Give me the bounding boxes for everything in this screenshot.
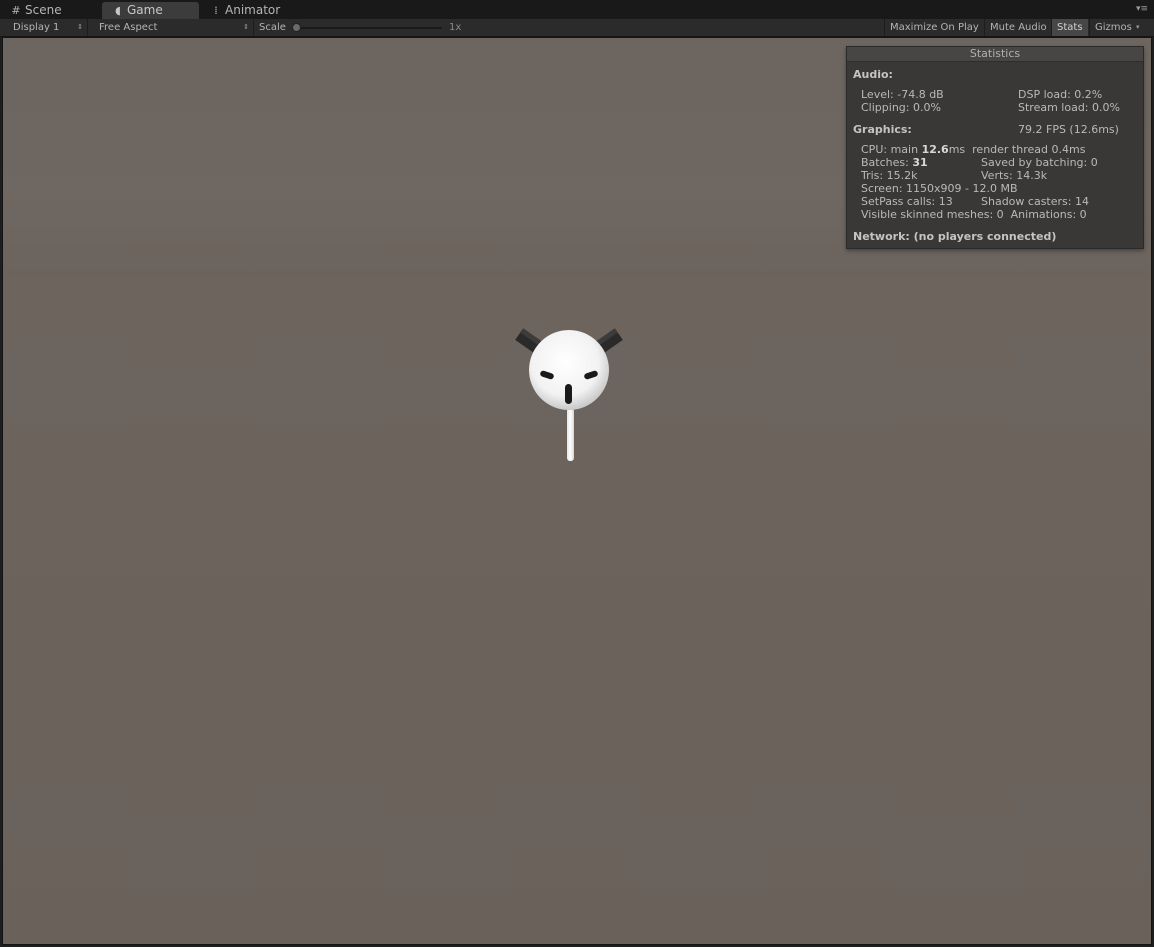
network-status: Network: (no players connected) (853, 230, 1057, 243)
gizmos-arrow-icon[interactable]: ▾ (1136, 19, 1140, 36)
editor-tab-bar: # Scene ◖ Game ⁞ Animator ▾≡ (0, 0, 1154, 19)
graphics-heading: Graphics: (853, 123, 912, 136)
graphics-visible-skinned: Visible skinned meshes: 0 Animations: 0 (861, 208, 1087, 221)
graphics-tris: Tris: 15.2k (861, 169, 918, 182)
audio-level: Level: -74.8 dB (861, 88, 944, 101)
audio-dsp-load: DSP load: 0.2% (1018, 88, 1103, 101)
cpu-main-value: 12.6 (921, 143, 949, 156)
stats-button[interactable]: Stats (1051, 19, 1088, 36)
graphics-batches: Batches: 31 (861, 156, 928, 169)
statistics-title: Statistics (847, 47, 1143, 62)
graphics-screen: Screen: 1150x909 - 12.0 MB (861, 182, 1018, 195)
game-toolbar: Display 1 ⇕ Free Aspect ⇕ Scale 1x Maxim… (0, 19, 1154, 37)
graphics-cpu: CPU: main 12.6ms render thread 0.4ms (861, 143, 1085, 156)
cpu-prefix: CPU: main (861, 143, 922, 156)
graphics-setpass: SetPass calls: 13 (861, 195, 953, 208)
display-dropdown[interactable]: Display 1 ⇕ (6, 19, 88, 36)
display-dropdown-label: Display 1 (13, 22, 60, 33)
tab-scene-label: Scene (25, 3, 62, 17)
mute-audio-button[interactable]: Mute Audio (984, 19, 1052, 36)
batches-prefix: Batches: (861, 156, 913, 169)
graphics-saved-by-batching: Saved by batching: 0 (981, 156, 1098, 169)
tab-animator[interactable]: ⁞ Animator (200, 2, 300, 19)
maximize-on-play-button[interactable]: Maximize On Play (884, 19, 984, 36)
audio-clipping: Clipping: 0.0% (861, 101, 941, 114)
scale-label: Scale (259, 22, 286, 33)
tab-animator-label: Animator (225, 3, 281, 17)
graphics-verts: Verts: 14.3k (981, 169, 1048, 182)
tab-game-label: Game (127, 3, 163, 17)
gizmos-label: Gizmos (1095, 22, 1132, 33)
tab-scene[interactable]: # Scene (0, 2, 100, 19)
cpu-suffix: ms render thread 0.4ms (948, 143, 1086, 156)
aspect-dropdown-label: Free Aspect (99, 22, 158, 33)
dropdown-arrows-icon: ⇕ (77, 23, 83, 31)
dropdown-arrows-icon: ⇕ (243, 23, 249, 31)
tab-menu-icon[interactable]: ▾≡ (1136, 4, 1148, 14)
aspect-dropdown[interactable]: Free Aspect ⇕ (92, 19, 254, 36)
scale-slider-thumb[interactable] (292, 23, 301, 32)
grid-icon: # (11, 4, 21, 17)
graphics-shadow-casters: Shadow casters: 14 (981, 195, 1089, 208)
scale-slider-track[interactable] (296, 27, 442, 29)
pacman-icon: ◖ (115, 4, 121, 17)
batches-value: 31 (912, 156, 928, 169)
character-body-stick (567, 408, 574, 461)
character-nose (565, 384, 572, 404)
scale-value: 1x (449, 22, 462, 33)
audio-stream-load: Stream load: 0.0% (1018, 101, 1120, 114)
graphics-fps: 79.2 FPS (12.6ms) (1018, 123, 1119, 136)
animator-icon: ⁞ (214, 4, 218, 17)
audio-heading: Audio: (853, 68, 893, 81)
tab-game[interactable]: ◖ Game (102, 2, 199, 19)
statistics-panel: Statistics Audio: Level: -74.8 dB DSP lo… (846, 46, 1144, 249)
